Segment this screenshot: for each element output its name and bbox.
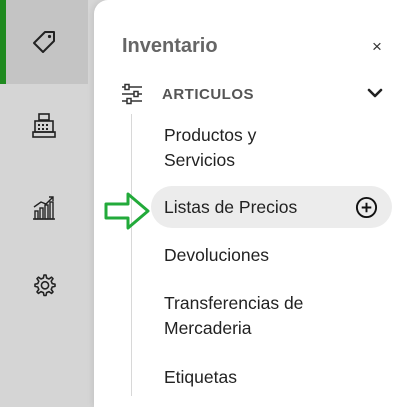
section-label: ARTICULOS <box>162 86 254 103</box>
icon-rail <box>0 0 88 407</box>
filter-sliders-icon <box>122 83 142 105</box>
rail-item-tags[interactable] <box>0 0 88 84</box>
gear-icon <box>34 274 56 297</box>
chevron-down-icon[interactable] <box>366 84 384 102</box>
menu-item-transferencias[interactable]: Transferencias de Mercaderia <box>164 291 404 341</box>
rail-item-reports[interactable] <box>0 166 88 250</box>
pointer-arrow-icon <box>104 192 150 230</box>
add-circle-icon[interactable] <box>355 196 378 219</box>
menu-item-etiquetas[interactable]: Etiquetas <box>164 365 404 390</box>
menu-item-label: Transferencias de <box>164 293 304 313</box>
tag-icon <box>33 31 55 53</box>
rail-item-settings[interactable] <box>0 244 88 328</box>
menu-item-label: Productos y <box>164 125 257 145</box>
tree-guide-line <box>131 114 132 396</box>
close-button[interactable]: × <box>372 38 382 56</box>
menu-item-devoluciones[interactable]: Devoluciones <box>164 243 404 268</box>
menu-item-label: Listas de Precios <box>164 197 298 217</box>
menu-item-label: Devoluciones <box>164 245 270 265</box>
menu-item-productos-servicios[interactable]: Productos y Servicios <box>164 123 404 173</box>
menu-item-label: Servicios <box>164 150 235 170</box>
menu-item-label: Etiquetas <box>164 367 237 387</box>
rail-item-sales[interactable] <box>0 84 88 168</box>
menu-item-listas-de-precios[interactable]: Listas de Precios <box>151 186 392 228</box>
menu-item-label: Mercaderia <box>164 318 252 338</box>
section-articulos-header[interactable]: ARTICULOS <box>120 80 390 108</box>
panel-title: Inventario <box>122 35 218 57</box>
cash-register-icon <box>32 113 56 138</box>
bar-chart-icon <box>33 196 55 220</box>
